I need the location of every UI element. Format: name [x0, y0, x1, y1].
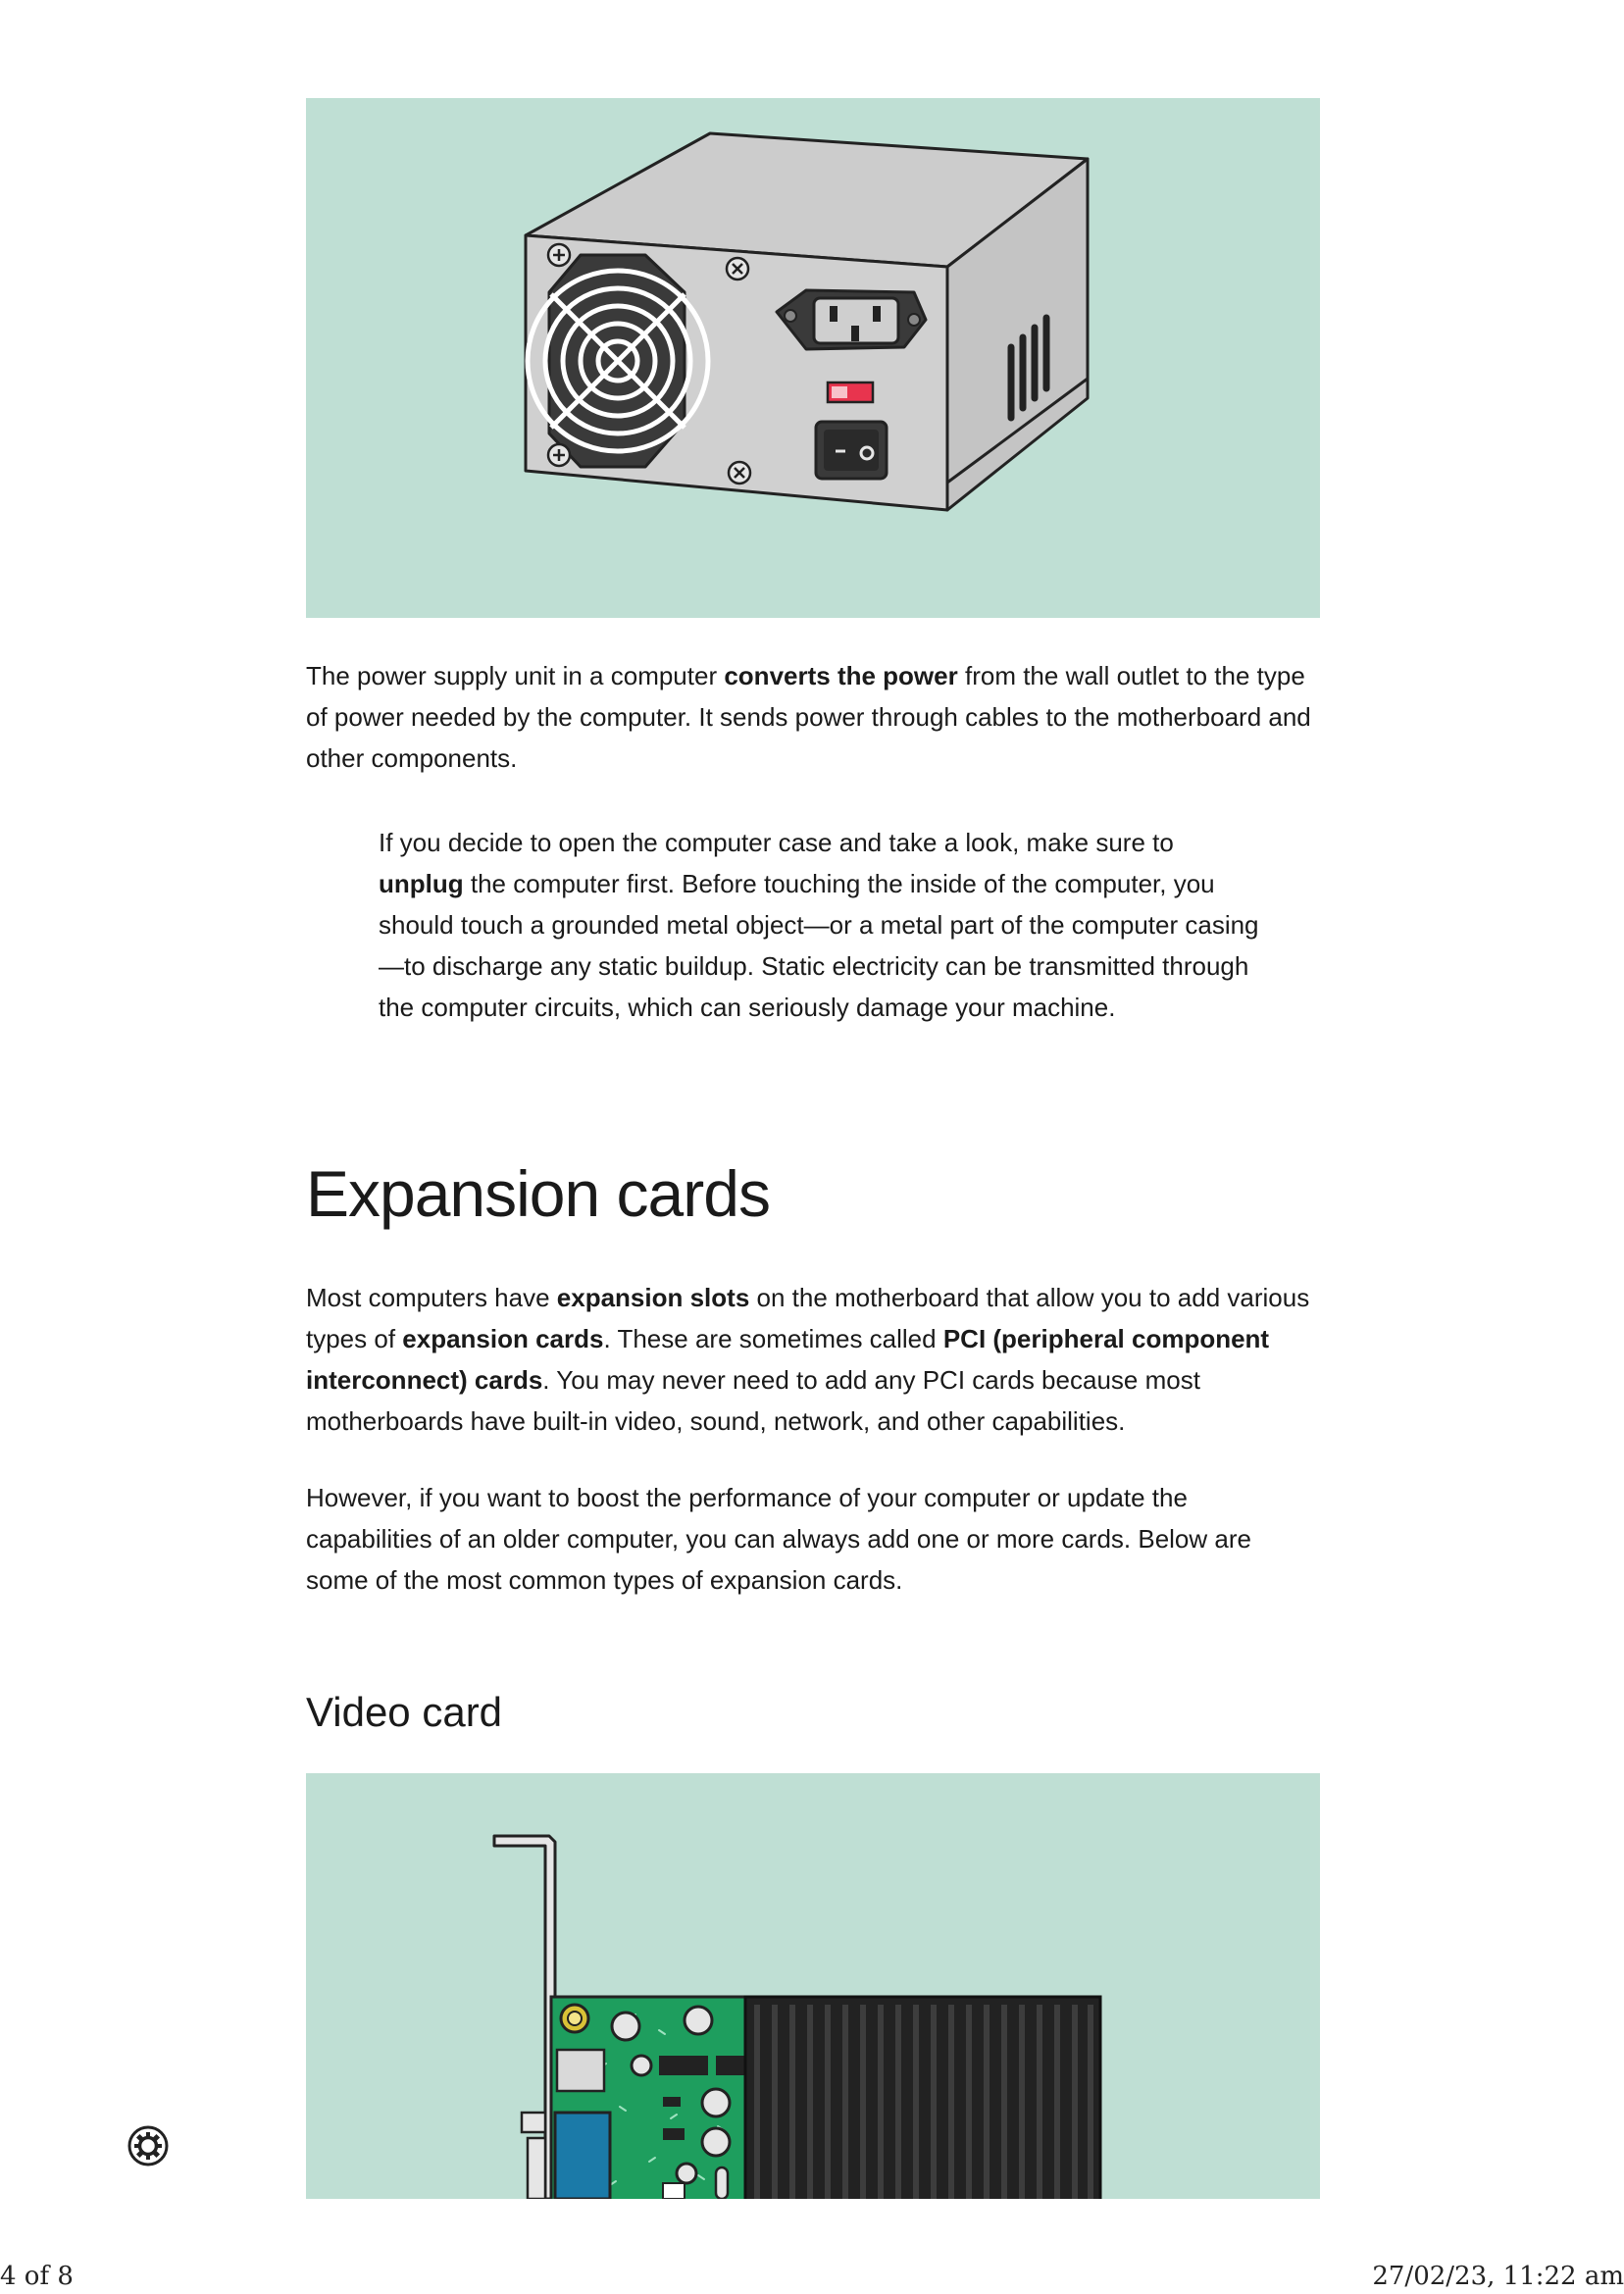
text: If you decide to open the computer case … [379, 828, 1174, 857]
bold-text: expansion cards [402, 1324, 604, 1353]
static-warning-note: If you decide to open the computer case … [379, 822, 1261, 1028]
text: . These are sometimes called [603, 1324, 943, 1353]
video-card-illustration [306, 1773, 1320, 2199]
settings-button[interactable] [127, 2124, 170, 2167]
text: Most computers have [306, 1283, 557, 1312]
text: the computer first. Before touching the … [379, 869, 1259, 1022]
video-card-heading: Video card [306, 1689, 503, 1735]
expansion-paragraph-2: However, if you want to boost the perfor… [306, 1483, 1251, 1595]
bold-text: expansion slots [556, 1283, 750, 1312]
gear-icon [127, 2125, 169, 2167]
psu-paragraph: The power supply unit in a computer conv… [306, 655, 1320, 779]
expansion-cards-heading: Expansion cards [306, 1157, 771, 1230]
expansion-paragraph-1: Most computers have expansion slots on t… [306, 1277, 1320, 1442]
print-datetime: 27/02/23, 11:22 am [1372, 2262, 1624, 2291]
bold-text: converts the power [724, 661, 958, 690]
power-supply-illustration [306, 98, 1320, 618]
bold-text: unplug [379, 869, 464, 898]
page-number: 4 of 8 [0, 2262, 74, 2291]
text: The power supply unit in a computer [306, 661, 725, 690]
